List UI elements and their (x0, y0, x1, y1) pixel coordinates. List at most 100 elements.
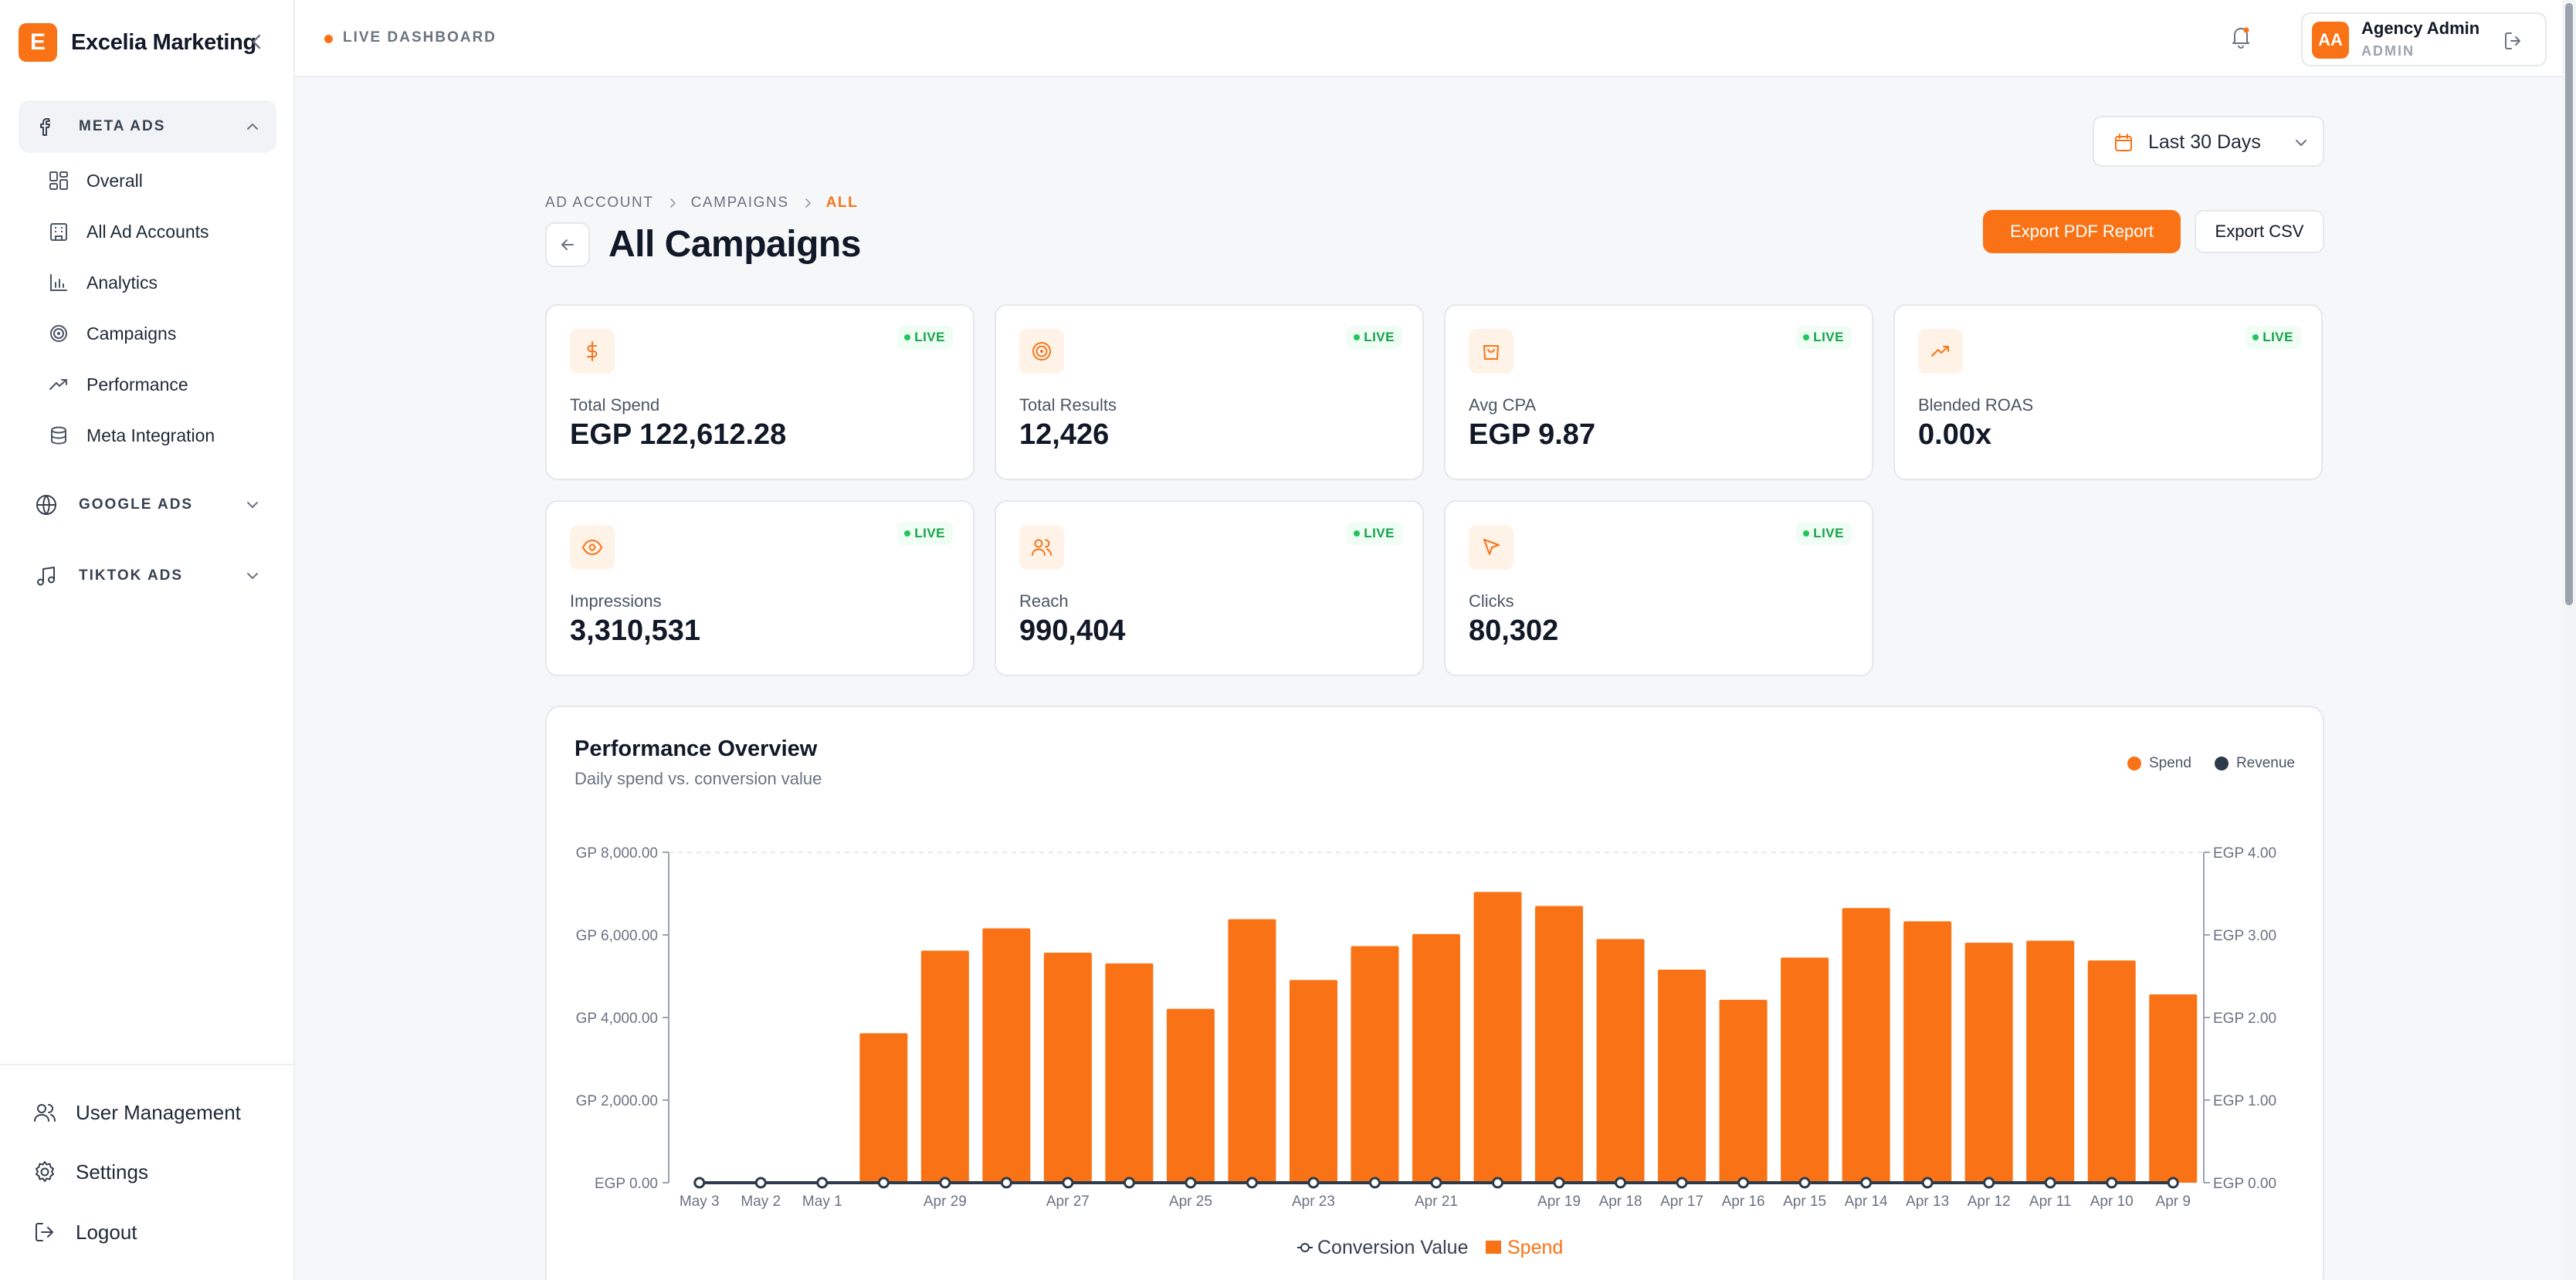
conversion-value-point (1676, 1177, 1688, 1189)
eye-icon (570, 525, 615, 570)
users-icon (1019, 525, 1064, 570)
logout-icon[interactable] (2502, 29, 2525, 52)
spend-bar (982, 928, 1031, 1183)
sidebar-item-label: Settings (76, 1160, 148, 1183)
y-right-tick-label: EGP 0.00 (2213, 1176, 2276, 1192)
scrollbar-thumb[interactable] (2565, 3, 2573, 605)
x-tick-label: Apr 14 (1845, 1194, 1888, 1210)
spend-bar (1228, 919, 1276, 1183)
spend-bar (2087, 960, 2136, 1183)
music-icon (37, 567, 55, 586)
conversion-value-point (1737, 1177, 1750, 1189)
trending-up-icon (1918, 329, 1963, 374)
sidebar-item-all-ad-accounts[interactable]: All Ad Accounts (48, 216, 209, 247)
sidebar-item-label: Campaigns (86, 323, 177, 344)
kpi-value: EGP 9.87 (1469, 418, 1596, 451)
breadcrumb-campaigns[interactable]: CAMPAIGNS (691, 195, 789, 212)
chart-legend-bottom: Conversion Value Spend (1297, 1237, 1563, 1258)
spend-bar (1719, 999, 1768, 1183)
breadcrumb-ad-account[interactable]: AD ACCOUNT (545, 195, 654, 212)
kpi-label: Avg CPA (1469, 395, 1537, 415)
live-badge: LIVE (897, 522, 953, 545)
shopping-bag-icon (1469, 329, 1513, 374)
brand-logo: E (19, 23, 57, 62)
y-left-tick-label: GP 6,000.00 (576, 928, 658, 944)
x-tick-label: Apr 27 (1046, 1194, 1090, 1210)
nav-section-tiktok-ads[interactable]: TIKTOK ADS (19, 550, 276, 602)
y-left-tick-label: GP 2,000.00 (576, 1093, 658, 1109)
nav-section-google-ads[interactable]: GOOGLE ADS (19, 479, 276, 531)
conversion-value-point (1368, 1177, 1381, 1189)
logout-icon (36, 1223, 53, 1241)
spend-bar (1289, 980, 1337, 1183)
sidebar-item-meta-integration[interactable]: Meta Integration (48, 420, 215, 451)
user-menu[interactable]: AA Agency Admin ADMIN (2301, 12, 2547, 66)
conversion-value-point (754, 1177, 767, 1189)
x-tick-label: Apr 9 (2156, 1194, 2191, 1210)
spend-bar (1043, 953, 1092, 1183)
live-badge: LIVE (1347, 326, 1402, 349)
y-right-tick-label: EGP 2.00 (2213, 1011, 2276, 1027)
arrow-left-icon (561, 239, 574, 250)
x-tick-label: Apr 10 (2090, 1194, 2134, 1210)
target-icon (1019, 329, 1064, 374)
globe-icon (36, 495, 56, 515)
conversion-value-point (2106, 1177, 2118, 1189)
nav-section-label: META ADS (79, 118, 166, 134)
chart-title: Performance Overview (575, 737, 818, 761)
export-csv-button[interactable]: Export CSV (2195, 210, 2324, 253)
legend-item-revenue[interactable]: Revenue (2214, 755, 2295, 772)
chevron-down-icon (247, 573, 258, 579)
y-right-tick-label: EGP 3.00 (2213, 928, 2276, 944)
conversion-value-point (1246, 1177, 1258, 1189)
back-button[interactable] (545, 222, 590, 267)
kpi-card-total-spend: LIVE Total Spend EGP 122,612.28 (545, 304, 974, 480)
x-tick-label: May 2 (741, 1194, 781, 1210)
sidebar-item-overall[interactable]: Overall (48, 165, 143, 196)
dollar-icon (570, 329, 615, 374)
kpi-value: 80,302 (1469, 615, 1559, 647)
conversion-value-point (1062, 1177, 1074, 1189)
live-badge: LIVE (1796, 522, 1852, 545)
sidebar-bottom-divider (0, 1064, 293, 1065)
sidebar-item-label: Overall (86, 170, 143, 191)
sidebar-item-performance[interactable]: Performance (48, 369, 188, 400)
live-badge: LIVE (2246, 326, 2301, 349)
sidebar-item-campaigns[interactable]: Campaigns (48, 318, 176, 349)
chevron-left-icon[interactable] (246, 29, 267, 54)
target-icon (50, 325, 67, 342)
conversion-value-point (1860, 1177, 1873, 1189)
sidebar-item-user-management[interactable]: User Management (32, 1097, 241, 1128)
performance-chart: EGP 0.00 GP 2,000.00 GP 4,000.00 GP 6,000.0… (576, 845, 2276, 1258)
spend-bar (1535, 906, 1584, 1183)
performance-overview-card: EGP 0.00 GP 2,000.00 GP 4,000.00 GP 6,000.0… (545, 706, 2324, 1280)
sidebar-item-label: All Ad Accounts (86, 221, 209, 242)
brand[interactable]: E Excelia Marketing (19, 23, 256, 62)
conversion-value-point (1307, 1177, 1320, 1189)
export-pdf-button[interactable]: Export PDF Report (1983, 210, 2181, 253)
sidebar-item-settings[interactable]: Settings (32, 1156, 148, 1187)
bell-icon[interactable] (2225, 22, 2256, 52)
chart-legend-top: Spend Revenue (2104, 755, 2295, 772)
spend-bar (1964, 943, 2013, 1183)
y-left-tick-label: GP 8,000.00 (576, 845, 658, 862)
bar-chart-icon (50, 274, 67, 291)
legend-item-spend[interactable]: Spend (2127, 755, 2191, 772)
sidebar-item-logout[interactable]: Logout (32, 1217, 137, 1248)
spend-bar (859, 1033, 908, 1183)
date-range-select[interactable]: Last 30 Days (2093, 116, 2324, 167)
user-role: ADMIN (2361, 43, 2415, 59)
sidebar-item-analytics[interactable]: Analytics (48, 267, 158, 298)
building-icon (50, 223, 67, 241)
legend-marker-conversion (1300, 1243, 1310, 1252)
x-tick-label: Apr 29 (924, 1194, 967, 1210)
breadcrumb: AD ACCOUNT CAMPAIGNS ALL (545, 195, 858, 212)
database-icon (51, 426, 66, 445)
x-tick-label: Apr 23 (1292, 1194, 1335, 1210)
nav-section-meta-ads[interactable]: META ADS (19, 100, 276, 153)
conversion-value-point (939, 1177, 951, 1189)
live-indicator-dot (324, 35, 333, 43)
kpi-card-impressions: LIVE Impressions 3,310,531 (545, 500, 974, 676)
spend-bar (1903, 921, 1952, 1183)
page-title: All Campaigns (608, 224, 861, 265)
